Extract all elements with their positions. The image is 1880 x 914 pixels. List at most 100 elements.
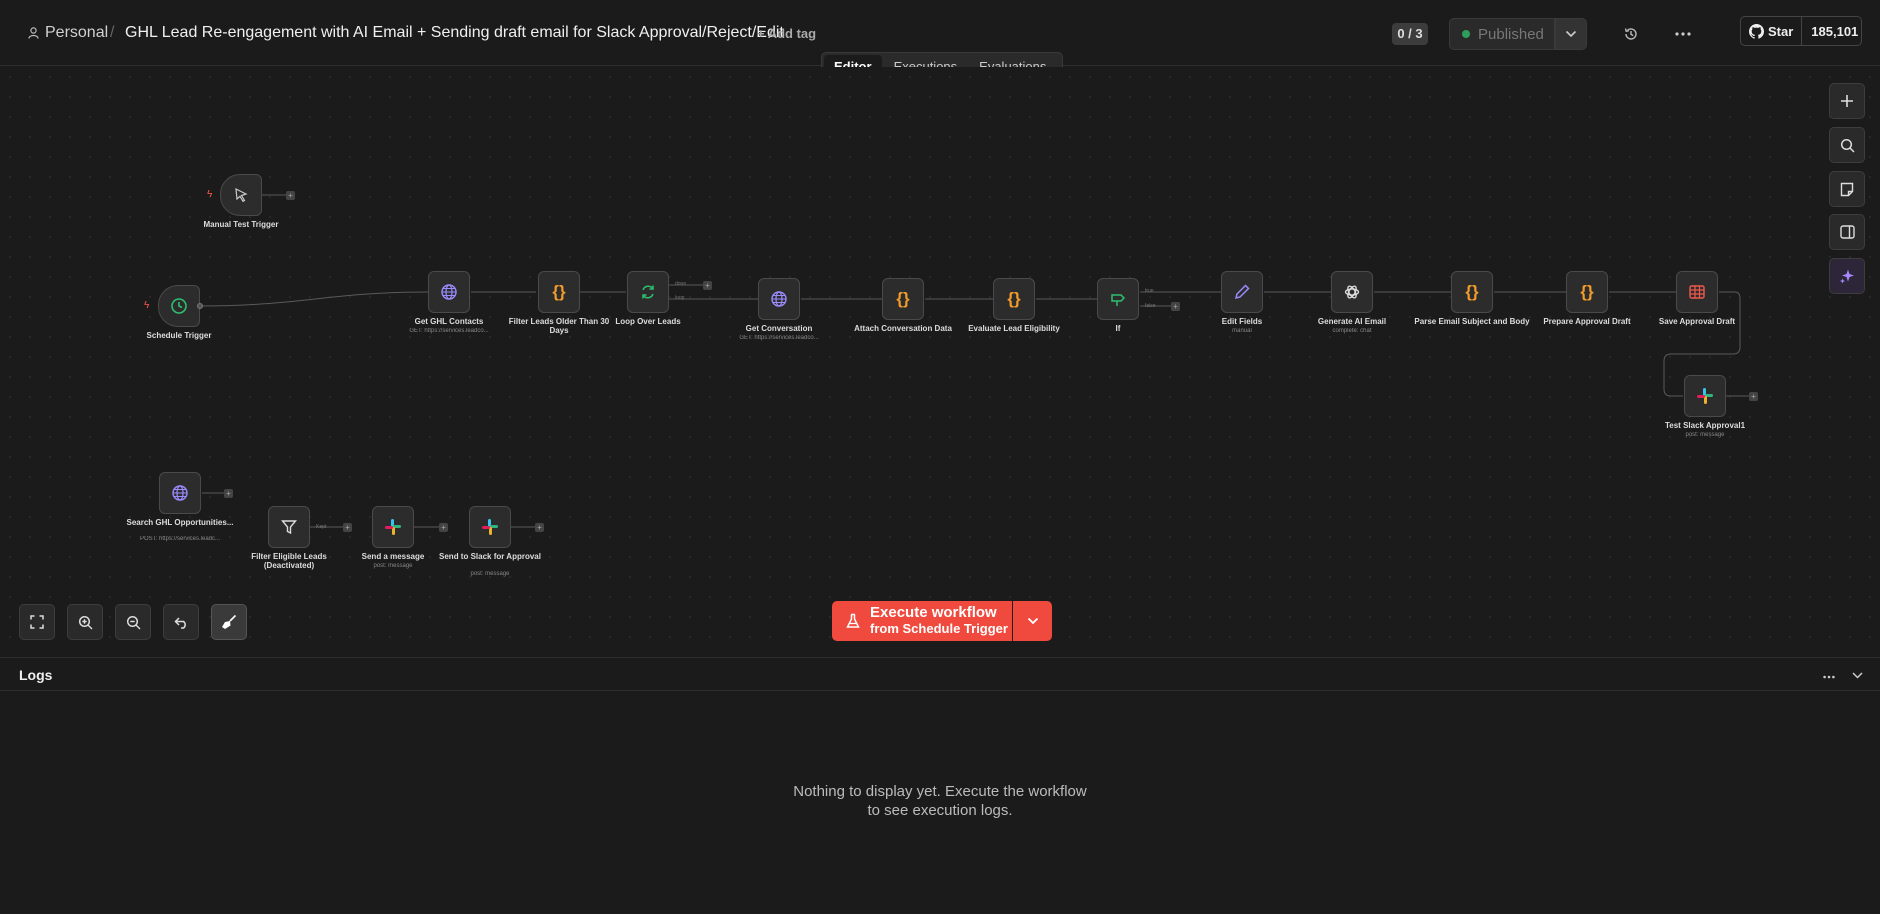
github-star-button[interactable]: Star 185,101 <box>1740 16 1862 46</box>
user-icon <box>28 27 39 39</box>
node-filter-leads-older-than-30-days[interactable]: {} <box>538 271 580 313</box>
execute-workflow-text: Execute workflow from Schedule Trigger <box>870 605 1008 637</box>
add-node-button[interactable]: + <box>439 523 448 532</box>
broom-icon <box>222 614 237 629</box>
node-get-ghl-contacts[interactable] <box>428 271 470 313</box>
breadcrumb-personal[interactable]: Personal <box>28 24 108 42</box>
node-send-a-message[interactable] <box>372 506 414 548</box>
ellipsis-icon <box>1823 675 1835 679</box>
logs-title: Logs <box>19 667 53 683</box>
loop-icon <box>642 285 654 299</box>
logs-collapse-button[interactable] <box>1852 666 1863 682</box>
history-icon <box>1624 28 1637 40</box>
pencil-icon <box>1234 284 1250 300</box>
fullscreen-icon <box>30 615 44 629</box>
node-label-prepare-approval: Prepare Approval Draft <box>1543 317 1631 326</box>
sticky-note-button[interactable] <box>1829 171 1865 207</box>
logs-panel-header[interactable]: Logs <box>0 657 1880 691</box>
node-label-search-ghl: Search GHL Opportunities... <box>126 518 234 527</box>
filter-icon <box>281 520 297 535</box>
node-sub-search-ghl: POST: https://services.leadc... <box>139 536 221 542</box>
node-if[interactable] <box>1097 278 1139 320</box>
add-node-button[interactable]: + <box>224 489 233 498</box>
node-label-get-ghl-contacts: Get GHL Contacts <box>414 317 484 326</box>
node-schedule-trigger[interactable] <box>158 285 200 327</box>
node-evaluate-lead-eligibility[interactable]: {} <box>993 278 1035 320</box>
node-sub-send-slack-approval: post: message <box>470 571 510 577</box>
production-checklist-badge[interactable]: 0 / 3 <box>1392 23 1428 45</box>
add-tag-button[interactable]: + Add tag <box>757 26 816 41</box>
add-node-button[interactable]: + <box>703 281 712 290</box>
execute-workflow-subtitle: from Schedule Trigger <box>870 621 1008 636</box>
history-button[interactable] <box>1617 20 1645 48</box>
node-label-edit-fields: Edit Fields <box>1221 317 1263 326</box>
openai-icon <box>1344 285 1360 299</box>
published-button[interactable]: Published <box>1449 18 1555 50</box>
github-star-label: Star <box>1768 23 1794 39</box>
add-node-button[interactable]: + <box>286 191 295 200</box>
node-sub-edit-fields: manual <box>1232 328 1252 334</box>
node-attach-conversation-data[interactable]: {} <box>882 278 924 320</box>
ellipsis-icon <box>1675 32 1691 36</box>
edge-schedule-to-get-contacts <box>199 291 429 307</box>
zoom-out-icon <box>126 615 140 629</box>
workflow-title[interactable]: GHL Lead Re-engagement with AI Email + S… <box>125 24 784 42</box>
trigger-bolt-icon: ϟ <box>207 189 213 200</box>
node-label-manual-test-trigger: Manual Test Trigger <box>203 220 279 229</box>
output-handle[interactable] <box>197 303 203 309</box>
search-nodes-button[interactable] <box>1829 127 1865 163</box>
node-generate-ai-email[interactable] <box>1331 271 1373 313</box>
node-sub-send-message: post: message <box>373 563 413 569</box>
zoom-out-button[interactable] <box>115 604 151 640</box>
ai-assistant-button[interactable] <box>1829 258 1865 294</box>
execute-options-dropdown[interactable] <box>1013 601 1052 641</box>
node-label-evaluate-lead: Evaluate Lead Eligibility <box>968 324 1060 333</box>
reset-zoom-button[interactable] <box>163 604 199 640</box>
execute-workflow-button[interactable]: Execute workflow from Schedule Trigger <box>832 601 1012 641</box>
node-get-conversation[interactable] <box>758 278 800 320</box>
code-icon: {} <box>1580 282 1594 301</box>
node-sub-generate-ai-email: complete: chat <box>1332 328 1372 334</box>
publish-dropdown-button[interactable] <box>1555 18 1587 50</box>
logs-more-button[interactable] <box>1823 666 1835 682</box>
node-label-generate-ai-email: Generate AI Email <box>1317 317 1387 326</box>
node-label-get-conversation: Get Conversation <box>745 324 813 333</box>
github-star: Star <box>1741 17 1803 45</box>
fit-view-button[interactable] <box>19 604 55 640</box>
add-node-panel-button[interactable] <box>1829 83 1865 119</box>
node-filter-eligible-leads[interactable] <box>268 506 310 548</box>
breadcrumb-personal-label: Personal <box>45 24 109 41</box>
node-parse-email-subject-and-body[interactable]: {} <box>1451 271 1493 313</box>
more-options-button[interactable] <box>1669 20 1697 48</box>
search-icon <box>1840 138 1855 153</box>
add-node-button[interactable]: + <box>535 523 544 532</box>
node-label-parse-email: Parse Email Subject and Body <box>1414 317 1530 326</box>
add-node-button[interactable]: + <box>1749 392 1758 401</box>
globe-icon <box>172 485 188 501</box>
node-label-loop-over-leads: Loop Over Leads <box>615 317 681 326</box>
add-node-button[interactable]: + <box>343 523 352 532</box>
tidy-up-button[interactable] <box>211 604 247 640</box>
add-node-button[interactable]: + <box>1171 302 1180 311</box>
zoom-in-button[interactable] <box>67 604 103 640</box>
published-status-dot <box>1462 30 1470 38</box>
node-manual-test-trigger[interactable] <box>220 174 262 216</box>
toggle-panel-button[interactable] <box>1829 214 1865 250</box>
node-loop-over-leads[interactable] <box>627 271 669 313</box>
node-edit-fields[interactable] <box>1221 271 1263 313</box>
node-test-slack-approval1[interactable] <box>1684 375 1726 417</box>
node-prepare-approval-draft[interactable]: {} <box>1566 271 1608 313</box>
breadcrumb-separator: / <box>110 24 115 41</box>
code-icon: {} <box>1465 282 1479 301</box>
node-search-ghl-opportunities[interactable] <box>159 472 201 514</box>
branch-label-true: true <box>1145 288 1154 294</box>
workflow-canvas[interactable]: ϟ + Manual Test Trigger ϟ Schedule Trigg… <box>0 67 1880 656</box>
node-send-to-slack-for-approval[interactable] <box>469 506 511 548</box>
node-save-approval-draft[interactable] <box>1676 271 1718 313</box>
cursor-icon <box>235 187 248 203</box>
execute-workflow-title: Execute workflow <box>870 604 997 621</box>
signpost-icon <box>1111 294 1126 306</box>
sticky-note-icon <box>1840 182 1854 196</box>
chevron-down-icon <box>1852 672 1863 679</box>
logs-empty-message: Nothing to display yet. Execute the work… <box>793 783 1087 819</box>
